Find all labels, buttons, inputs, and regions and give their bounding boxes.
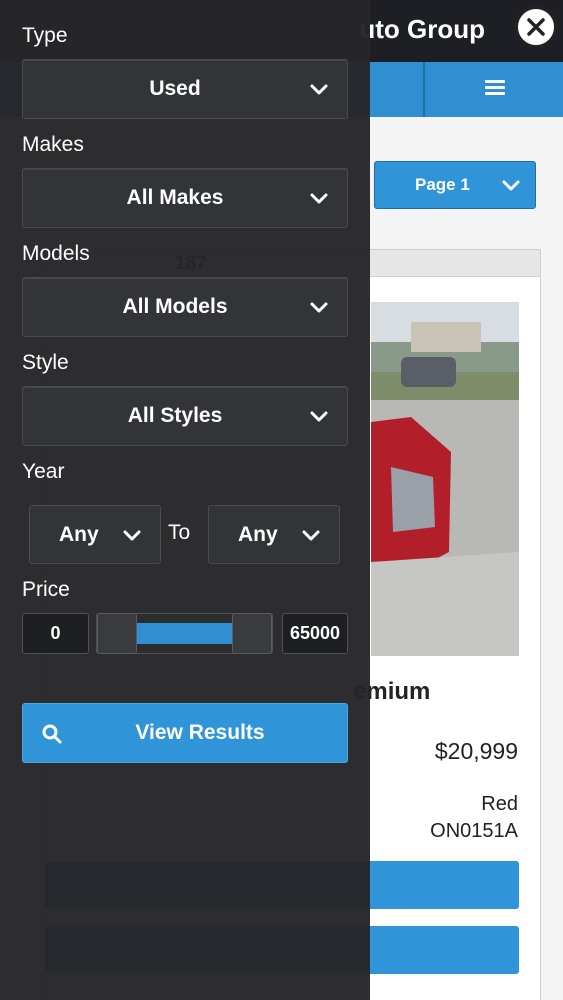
type-select[interactable]: Used xyxy=(22,59,348,119)
chevron-down-icon xyxy=(309,82,329,98)
page-select-label: Page 1 xyxy=(415,175,470,194)
year-to-select[interactable]: Any xyxy=(208,505,340,564)
models-select[interactable]: All Models xyxy=(22,277,348,337)
vehicle-color: Red xyxy=(481,793,518,815)
vehicle-stock-number: ON0151A xyxy=(430,820,518,842)
year-from-select[interactable]: Any xyxy=(29,505,161,564)
close-button[interactable] xyxy=(515,6,557,48)
chevron-down-icon xyxy=(301,528,321,544)
type-label: Type xyxy=(22,24,68,47)
car-photo[interactable] xyxy=(371,302,519,656)
models-label: Models xyxy=(22,242,90,265)
chevron-down-icon xyxy=(309,191,329,207)
type-select-value: Used xyxy=(149,77,201,100)
chevron-down-icon xyxy=(122,528,142,544)
close-icon xyxy=(527,18,545,36)
price-slider-range xyxy=(137,623,232,644)
style-select-value: All Styles xyxy=(127,404,223,427)
year-to-label: To xyxy=(168,521,191,544)
year-from-value: Any xyxy=(59,522,99,546)
filter-drawer: Type Used Makes All Makes Models All Mod… xyxy=(0,0,370,1000)
price-label: Price xyxy=(22,578,70,601)
year-to-value: Any xyxy=(238,522,278,546)
search-icon xyxy=(41,723,63,751)
price-min-input[interactable]: 0 xyxy=(22,613,89,654)
vehicle-price: $20,999 xyxy=(434,738,518,764)
chevron-down-icon xyxy=(501,176,521,196)
view-results-label: View Results xyxy=(135,721,265,744)
price-max-input[interactable]: 65000 xyxy=(282,613,348,654)
makes-label: Makes xyxy=(22,133,84,156)
hamburger-icon[interactable] xyxy=(485,80,505,96)
price-slider-min-handle[interactable] xyxy=(97,613,137,654)
style-select[interactable]: All Styles xyxy=(22,386,348,446)
nav-divider xyxy=(423,62,425,117)
site-title: uto Group xyxy=(359,14,485,44)
price-slider[interactable] xyxy=(96,613,273,654)
makes-select[interactable]: All Makes xyxy=(22,168,348,228)
year-label: Year xyxy=(22,460,65,483)
chevron-down-icon xyxy=(309,300,329,316)
page-select[interactable]: Page 1 xyxy=(374,161,536,209)
view-results-button[interactable]: View Results xyxy=(22,703,348,763)
style-label: Style xyxy=(22,351,69,374)
price-slider-max-handle[interactable] xyxy=(232,613,272,654)
makes-select-value: All Makes xyxy=(126,186,224,209)
chevron-down-icon xyxy=(309,409,329,425)
models-select-value: All Models xyxy=(122,295,228,318)
